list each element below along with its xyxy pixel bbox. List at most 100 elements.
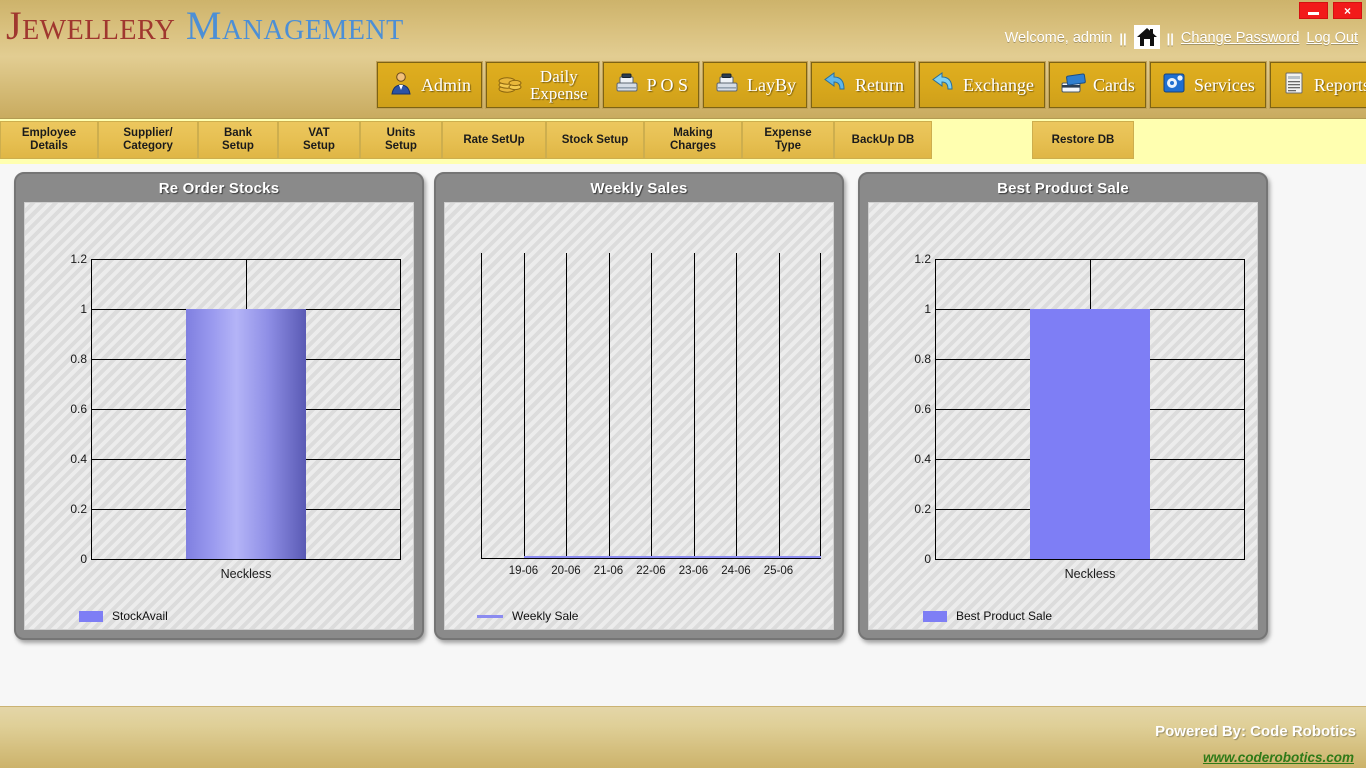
x-axis-tick-label: 20-06 bbox=[551, 565, 581, 577]
subnav-label-line2: Category bbox=[123, 140, 173, 152]
chart-legend: Weekly Sale bbox=[477, 609, 578, 623]
separator-1: || bbox=[1119, 30, 1127, 46]
subnav-label-line2: Details bbox=[30, 140, 68, 152]
bar-neckless bbox=[1029, 309, 1151, 559]
nav-button-label: Admin bbox=[421, 74, 472, 95]
subnav-label-line1: Employee bbox=[21, 127, 77, 140]
y-axis-tick-label: 0.6 bbox=[70, 402, 87, 416]
bar-neckless bbox=[185, 309, 307, 559]
x-axis-tick-label: 21-06 bbox=[593, 565, 624, 577]
nav-button-services[interactable]: Services bbox=[1148, 61, 1267, 109]
legend-swatch bbox=[923, 610, 947, 622]
subnav-label-line1: Units bbox=[386, 127, 416, 140]
chart-weekly-sales: 19-06 20-06 21-06 22-06 23-06 24-06 25-06 Weekl… bbox=[444, 202, 834, 630]
gridline-vertical bbox=[651, 253, 652, 559]
subnav-button-rate-setup[interactable]: Rate SetUp bbox=[442, 121, 546, 159]
nav-button-p-o-s[interactable]: P O S bbox=[601, 61, 700, 109]
legend-label: Best Product Sale bbox=[956, 609, 1053, 623]
x-axis-tick-label: 24-06 bbox=[721, 565, 751, 577]
user-admin-icon bbox=[388, 71, 414, 100]
app-footer: Powered By: Code Robotics www.coderoboti… bbox=[0, 706, 1366, 768]
subnav-label-line1: Expense bbox=[764, 127, 812, 140]
exchange-arrow-icon bbox=[930, 71, 956, 100]
subnav-button-employee-details[interactable]: Employee Details bbox=[0, 121, 98, 159]
y-axis-tick-label: 1 bbox=[80, 302, 87, 316]
change-password-link[interactable]: Change Password bbox=[1181, 30, 1300, 46]
subnav-label-line1: BackUp DB bbox=[851, 133, 915, 146]
nav-button-label: P O S bbox=[646, 74, 688, 95]
panel-title-weekly-sales: Weekly Sales bbox=[590, 179, 688, 197]
subnav-button-bank-setup[interactable]: Bank Setup bbox=[198, 121, 278, 159]
subnav-label-line1: Rate SetUp bbox=[463, 133, 525, 146]
plot-area-best-product-sale: 0 0.2 0.4 0.6 0.8 1 1.2 Neckless Best Product Sa… bbox=[914, 252, 1245, 623]
y-axis-tick-label: 0.4 bbox=[914, 452, 931, 466]
subnav-label-line1: VAT bbox=[308, 127, 330, 140]
nav-button-label: Exchange bbox=[962, 74, 1034, 95]
data-series-line-weekly-sale bbox=[523, 556, 821, 558]
gridline-vertical bbox=[481, 253, 482, 559]
welcome-bar: Welcome, admin || || Change Password Log… bbox=[1004, 25, 1358, 50]
nav-button-reports[interactable]: Reports bbox=[1268, 61, 1366, 109]
minimize-button[interactable] bbox=[1299, 2, 1328, 19]
gridline-vertical bbox=[935, 259, 936, 559]
nav-button-exchange[interactable]: Exchange bbox=[917, 61, 1046, 109]
credit-card-icon bbox=[1060, 71, 1086, 100]
subnav-button-expense-type[interactable]: Expense Type bbox=[742, 121, 834, 159]
nav-button-cards[interactable]: Cards bbox=[1047, 61, 1147, 109]
nav-button-admin[interactable]: Admin bbox=[375, 61, 484, 109]
welcome-text: Welcome, admin bbox=[1004, 30, 1113, 46]
subnav-button-backup-db[interactable]: BackUp DB bbox=[834, 121, 932, 159]
separator-2: || bbox=[1166, 30, 1174, 46]
home-icon[interactable] bbox=[1133, 25, 1160, 49]
subnav-label-line1: Making bbox=[673, 127, 713, 140]
subnav-label-line1: Supplier/ bbox=[123, 127, 173, 140]
close-button[interactable]: × bbox=[1333, 2, 1362, 19]
y-axis-tick-label: 0.6 bbox=[914, 402, 931, 416]
subnav-button-restore-db[interactable]: Restore DB bbox=[1032, 121, 1134, 159]
subnav-label-line2: Setup bbox=[303, 140, 335, 152]
website-link[interactable]: www.coderobotics.com bbox=[1203, 750, 1354, 765]
y-axis-tick-label: 0.4 bbox=[70, 452, 87, 466]
legend-swatch bbox=[477, 614, 503, 618]
nav-button-return[interactable]: Return bbox=[809, 61, 916, 109]
x-axis-tick-label: 22-06 bbox=[636, 565, 666, 577]
y-axis-tick-label: 0.8 bbox=[914, 352, 931, 366]
gridline-vertical bbox=[778, 253, 780, 559]
gridline-vertical bbox=[400, 259, 401, 559]
subnav-button-supplier-category[interactable]: Supplier/Category bbox=[98, 121, 198, 159]
gridline-vertical bbox=[693, 253, 695, 559]
page-title: Jewellery Management bbox=[6, 2, 404, 49]
x-axis-tick-label: 25-06 bbox=[763, 565, 794, 577]
nav-button-daily[interactable]: Daily Expense bbox=[485, 61, 600, 109]
minimize-icon bbox=[1308, 11, 1319, 15]
subnav-button-making-charges[interactable]: Making Charges bbox=[644, 121, 742, 159]
legend-label: StockAvail bbox=[112, 609, 168, 623]
y-axis-tick-label: 0 bbox=[924, 552, 931, 566]
nav-button-label-line2: Expense bbox=[530, 84, 588, 103]
subnav-button-stock-setup[interactable]: Stock Setup bbox=[546, 121, 644, 159]
gridline-vertical bbox=[608, 253, 610, 559]
nav-button-label: LayBy bbox=[746, 74, 796, 95]
log-out-link[interactable]: Log Out bbox=[1306, 30, 1358, 46]
x-axis-category-label: Neckless bbox=[220, 567, 272, 581]
subnav-button-units-setup[interactable]: Units Setup bbox=[360, 121, 442, 159]
subnav-label-line2: Type bbox=[775, 140, 801, 152]
cash-register-icon bbox=[614, 71, 640, 100]
nav-button-label: Cards bbox=[1092, 74, 1135, 95]
subnav-label-line1: Bank bbox=[223, 127, 253, 140]
nav-button-layby[interactable]: LayBy bbox=[701, 61, 808, 109]
chart-best-product-sale: 0 0.2 0.4 0.6 0.8 1 1.2 Neckless Best Product Sa… bbox=[868, 202, 1258, 630]
plot-area-weekly-sales: 19-06 20-06 21-06 22-06 23-06 24-06 25-06 Weekl… bbox=[477, 253, 821, 623]
subnav-button-vat-setup[interactable]: VAT Setup bbox=[278, 121, 360, 159]
close-icon: × bbox=[1343, 3, 1351, 18]
chart-re-order-stocks: 0 0.2 0.4 0.6 0.8 1 1.2 Neckless StockAvail bbox=[24, 202, 414, 630]
x-axis-line bbox=[481, 558, 821, 559]
main-navigation: Admin Daily Expense P O S LayBy Return Exchang… bbox=[375, 61, 1366, 109]
y-axis-tick-label: 1 bbox=[924, 302, 931, 316]
gridline-vertical bbox=[736, 253, 737, 559]
gridline-vertical bbox=[91, 259, 92, 559]
sub-navigation: Employee Details Supplier/Category Bank Setu… bbox=[0, 118, 1366, 164]
cash-register-icon bbox=[714, 71, 740, 100]
plot-area-re-order-stocks: 0 0.2 0.4 0.6 0.8 1 1.2 Neckless StockAvail bbox=[70, 252, 401, 623]
y-axis-tick-label: 1.2 bbox=[70, 252, 87, 266]
